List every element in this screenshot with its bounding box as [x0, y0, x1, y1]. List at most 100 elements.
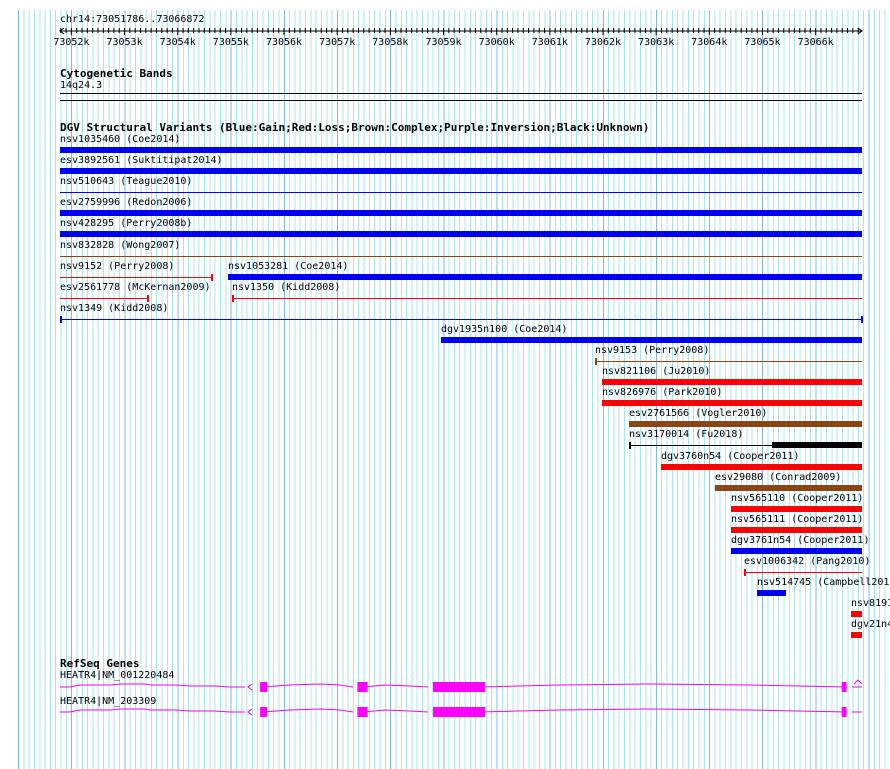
exon-block[interactable] [432, 707, 485, 717]
gene-models[interactable] [0, 675, 890, 725]
intron-line [60, 708, 245, 713]
ruler-tick-label: 73066k [798, 37, 834, 48]
variant-bar[interactable] [60, 297, 148, 299]
ruler-tick-label: 73052k [53, 37, 89, 48]
intron-line [262, 683, 354, 688]
exon-block[interactable] [357, 682, 368, 692]
strand-arrow-icon [247, 708, 253, 716]
ruler-tick-label: 73062k [585, 37, 621, 48]
ruler-tick-label: 73061k [532, 37, 568, 48]
ruler-tick-label: 73053k [106, 37, 142, 48]
exon-block[interactable] [260, 707, 268, 717]
variant-label[interactable]: dgv21n4 [851, 619, 890, 630]
variant-bar[interactable] [715, 484, 862, 491]
ruler-tick-label: 73056k [266, 37, 302, 48]
variant-bar[interactable] [743, 572, 862, 573]
variant-label[interactable]: nsv9152 (Perry2008) [60, 261, 174, 272]
variant-thick-segment[interactable] [771, 442, 862, 449]
variant-label[interactable]: nsv510643 (Teague2010) [60, 176, 192, 187]
variant-bar[interactable] [731, 526, 862, 533]
intron-line [362, 684, 429, 688]
variant-end-tick [146, 294, 149, 302]
variant-bar[interactable] [60, 168, 862, 175]
variant-label[interactable]: esv2561778 (McKernan2009) [60, 282, 211, 293]
variant-label[interactable]: esv2759996 (Redon2006) [60, 197, 192, 208]
ruler-tick-label: 73058k [372, 37, 408, 48]
variant-label[interactable]: nsv3170014 (Fu2018) [629, 429, 743, 440]
variant-bar[interactable] [850, 632, 862, 639]
variant-label[interactable]: nsv1053281 (Coe2014) [228, 261, 348, 272]
variant-bar[interactable] [757, 590, 786, 597]
variant-bar[interactable] [231, 297, 862, 299]
ruler-tick-label: 73055k [213, 37, 249, 48]
exon-block[interactable] [260, 682, 268, 692]
variant-end-tick [594, 358, 597, 365]
variant-end-tick [861, 315, 863, 323]
exon-block[interactable] [432, 682, 485, 692]
variant-label[interactable]: nsv565111 (Cooper2011) [731, 514, 863, 525]
variant-label[interactable]: nsv428295 (Perry2008b) [60, 218, 192, 229]
variant-bar[interactable] [60, 276, 212, 278]
ruler-tick-label: 73054k [160, 37, 196, 48]
ruler-tick-label: 73060k [479, 37, 515, 48]
variant-bar[interactable] [60, 318, 862, 320]
ruler-tick-label: 73065k [744, 37, 780, 48]
refseq-track-title: RefSeq Genes [60, 657, 140, 670]
variant-label[interactable]: nsv1349 (Kidd2008) [60, 303, 168, 314]
variant-label[interactable]: nsv514745 (Campbell2011) [757, 577, 890, 588]
variant-label[interactable]: nsv821106 (Ju2010) [602, 366, 710, 377]
variant-bar[interactable] [227, 273, 862, 280]
strand-arrow-icon [853, 679, 863, 685]
variant-label[interactable]: nsv8191 [851, 598, 890, 609]
variant-label[interactable]: nsv826976 (Park2010) [602, 387, 722, 398]
strand-arrow-icon [247, 683, 253, 691]
variant-bar[interactable] [731, 547, 862, 554]
variant-bar[interactable] [660, 463, 862, 470]
variant-label[interactable]: nsv9153 (Perry2008) [595, 345, 709, 356]
variant-end-tick [628, 442, 631, 450]
variant-label[interactable]: dgv3761n54 (Cooper2011) [731, 535, 869, 546]
cytoband-line [60, 100, 862, 101]
variant-label[interactable]: dgv3760n54 (Cooper2011) [661, 451, 799, 462]
dgv-track-title: DGV Structural Variants (Blue:Gain;Red:L… [60, 121, 650, 134]
exon-block[interactable] [357, 707, 368, 717]
variant-bar[interactable] [594, 361, 862, 362]
intron-line [262, 708, 354, 713]
variant-bar[interactable] [601, 400, 862, 407]
location-label: chr14:73051786..73066872 [60, 14, 205, 25]
variant-label[interactable]: nsv565110 (Cooper2011) [731, 493, 863, 504]
ruler[interactable]: 73052k 73053k 73054k 73055k 73056k 73057k 7305… [0, 26, 890, 48]
variant-bar[interactable] [60, 147, 862, 153]
variant-bar[interactable] [60, 255, 862, 257]
intron-line [479, 683, 848, 688]
variant-label[interactable]: esv29080 (Conrad2009) [715, 472, 841, 483]
ruler-tick-label: 73063k [638, 37, 674, 48]
intron-line [362, 709, 429, 713]
variant-bar[interactable] [601, 379, 862, 386]
variant-bar[interactable] [731, 505, 862, 512]
variant-bar[interactable] [628, 421, 862, 428]
variant-label[interactable]: dgv1935n100 (Coe2014) [441, 324, 567, 335]
variant-bar[interactable] [850, 611, 862, 618]
variant-bar[interactable] [441, 336, 862, 343]
exon-block[interactable] [841, 707, 847, 717]
variant-end-tick [210, 273, 213, 281]
variant-label[interactable]: nsv1350 (Kidd2008) [232, 282, 340, 293]
intron-line [479, 708, 848, 713]
ruler-tick-label: 73059k [425, 37, 461, 48]
exon-block[interactable] [841, 682, 847, 692]
variant-end-tick [60, 315, 62, 323]
variant-bar[interactable] [60, 192, 862, 194]
variant-bar[interactable] [60, 231, 862, 238]
intron-line [60, 683, 245, 688]
variant-bar[interactable] [60, 210, 862, 217]
variant-label[interactable]: nsv832828 (Wong2007) [60, 240, 180, 251]
variant-label[interactable]: esv3892561 (Suktitipat2014) [60, 155, 223, 166]
ruler-tick-label: 73064k [691, 37, 727, 48]
variant-end-tick [231, 294, 234, 302]
variant-label[interactable]: nsv1035460 (Coe2014) [60, 134, 180, 145]
variant-label[interactable]: esv1006342 (Pang2010) [744, 556, 870, 567]
variant-end-tick [743, 569, 746, 576]
cytoband-line [60, 93, 862, 94]
variant-label[interactable]: esv2761566 (Vogler2010) [629, 408, 767, 419]
